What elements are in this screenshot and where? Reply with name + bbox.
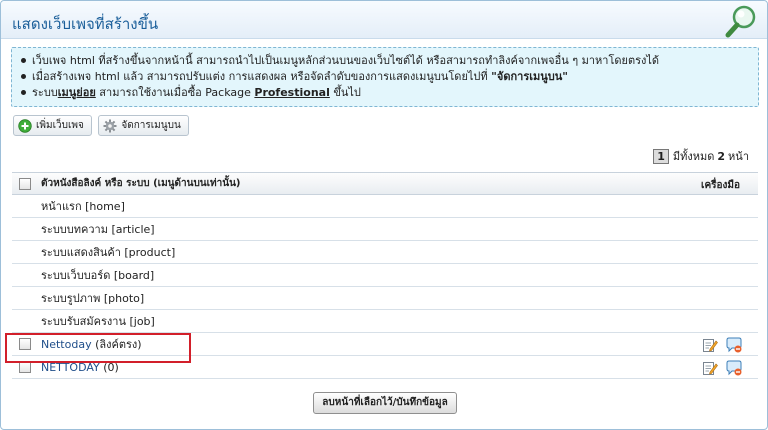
footer: ลบหน้าที่เลือกไว้/บันทึกข้อมูล — [1, 392, 768, 414]
system-item-label: ระบบรูปภาพ [photo] — [41, 292, 145, 305]
magnifier-icon — [725, 5, 756, 38]
info-box: เว็บเพจ html ที่สร้างขึ้นจากหน้านี้ สามา… — [11, 47, 759, 107]
toolbar: เพิ่มเว็บเพจ จัดการเมนูบน — [13, 115, 192, 137]
table-row: ระบบบทความ [article] — [12, 218, 758, 241]
manage-menu-button[interactable]: จัดการเมนูบน — [98, 115, 189, 136]
comment-delete-icon[interactable] — [726, 337, 742, 353]
pager: 1 มีทั้งหมด 2 หน้า — [653, 147, 749, 165]
edit-icon[interactable] — [702, 360, 718, 376]
list-header: ตัวหนังสือลิงค์ หรือ ระบบ (เมนูด้านบนเท่… — [12, 172, 758, 195]
table-row: Nettoday (ลิงค์ตรง) — [12, 333, 758, 356]
system-item-label: ระบบเว็บบอร์ด [board] — [41, 269, 155, 282]
page-note: (0) — [103, 360, 119, 374]
panel-titlebar: แสดงเว็บเพจที่สร้างขึ้น — [1, 1, 767, 39]
system-item-label: ระบบแสดงสินค้า [product] — [41, 246, 176, 259]
current-page-button[interactable]: 1 — [653, 148, 669, 164]
page-link[interactable]: Nettoday — [41, 338, 92, 351]
row-tools — [694, 360, 742, 376]
table-row: ระบบแสดงสินค้า [product] — [12, 241, 758, 264]
info-line-1: เว็บเพจ html ที่สร้างขึ้นจากหน้านี้ สามา… — [20, 53, 750, 69]
system-item-label: หน้าแรก [home] — [41, 200, 125, 213]
gear-icon — [103, 119, 117, 132]
table-row: ระบบเว็บบอร์ด [board] — [12, 264, 758, 287]
menu-list: ตัวหนังสือลิงค์ หรือ ระบบ (เมนูด้านบนเท่… — [12, 172, 758, 379]
table-row: ระบบรูปภาพ [photo] — [12, 287, 758, 310]
header-tools: เครื่องมือ — [701, 180, 740, 191]
comment-delete-icon[interactable] — [726, 360, 742, 376]
select-all-checkbox[interactable] — [19, 177, 31, 190]
edit-icon[interactable] — [702, 337, 718, 353]
row-checkbox[interactable] — [19, 361, 31, 373]
table-row: ระบบรับสมัครงาน [job] — [12, 310, 758, 333]
system-item-label: ระบบบทความ [article] — [41, 223, 155, 236]
delete-save-button[interactable]: ลบหน้าที่เลือกไว้/บันทึกข้อมูล — [313, 392, 457, 414]
page-link[interactable]: NETTODAY — [41, 361, 100, 374]
table-row: หน้าแรก [home] — [12, 195, 758, 218]
info-line-3: ระบบเมนูย่อย สามารถใช้งานเมื่อซื้อ Packa… — [20, 85, 750, 101]
page-note: (ลิงค์ตรง) — [95, 338, 142, 351]
web-pages-panel: แสดงเว็บเพจที่สร้างขึ้น เว็บเพจ html ที่… — [0, 0, 768, 430]
panel-title: แสดงเว็บเพจที่สร้างขึ้น — [12, 15, 159, 33]
add-page-button[interactable]: เพิ่มเว็บเพจ — [13, 115, 92, 136]
system-item-label: ระบบรับสมัครงาน [job] — [41, 315, 155, 328]
row-checkbox[interactable] — [19, 338, 31, 350]
add-icon — [18, 118, 32, 133]
table-row: NETTODAY (0) — [12, 356, 758, 379]
info-line-2: เมื่อสร้างเพจ html แล้ว สามารถปรับแต่ง ก… — [20, 69, 750, 85]
header-title: ตัวหนังสือลิงค์ หรือ ระบบ (เมนูด้านบนเท่… — [41, 178, 241, 189]
row-tools — [694, 337, 742, 353]
